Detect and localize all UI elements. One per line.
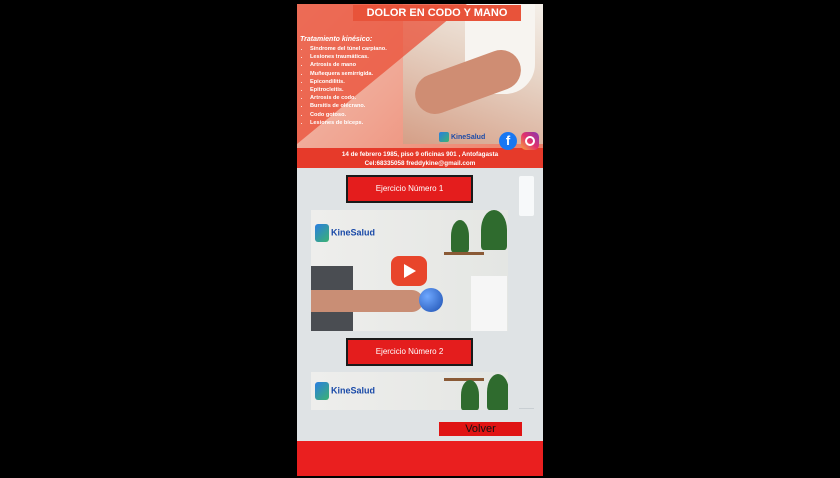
treatment-item: Lesiones traumáticas.: [310, 53, 387, 61]
exercise-1-video[interactable]: KineSalud: [311, 210, 508, 331]
scrollbar-thumb[interactable]: [519, 176, 534, 216]
kinesalud-logo: KineSalud: [439, 132, 485, 142]
exercise-2-button[interactable]: Ejercicio Número 2: [346, 338, 473, 366]
back-button[interactable]: Volver: [439, 422, 522, 436]
instagram-icon[interactable]: [521, 132, 539, 150]
exercise-2-video[interactable]: KineSalud: [311, 372, 508, 410]
scroll-divider: [519, 408, 534, 409]
kinesalud-figure-icon: [315, 382, 329, 400]
banner-title: DOLOR EN CODO Y MANO: [353, 5, 521, 21]
contact-info: 14 de febrero 1985, piso 9 oficinas 901 …: [297, 150, 543, 168]
video-brand-logo: KineSalud: [315, 382, 375, 400]
treatment-item: Bursitis de olécrano.: [310, 102, 387, 110]
treatment-item: Epicondilitis.: [310, 78, 387, 86]
treatment-item: Artrosis de codo.: [310, 94, 387, 102]
mobile-page: DOLOR EN CODO Y MANO Tratamiento kinésic…: [297, 4, 543, 476]
treatment-heading: Tratamiento kinésico:: [300, 36, 373, 43]
facebook-icon[interactable]: f: [499, 132, 517, 150]
treatment-list: Síndrome del túnel carpiano. Lesiones tr…: [302, 45, 387, 127]
treatment-item: Muñequera semirrígida.: [310, 70, 387, 78]
video-brand-logo: KineSalud: [315, 224, 375, 242]
play-icon[interactable]: [391, 256, 427, 286]
exercise-1-button[interactable]: Ejercicio Número 1: [346, 175, 473, 203]
treatment-item: Síndrome del túnel carpiano.: [310, 45, 387, 53]
kinesalud-figure-icon: [315, 224, 329, 242]
treatment-item: Epitrocleitis.: [310, 86, 387, 94]
treatment-item: Lesiones de bíceps.: [310, 119, 387, 127]
address-text: 14 de febrero 1985, piso 9 oficinas 901 …: [341, 151, 499, 158]
kinesalud-figure-icon: [439, 132, 449, 142]
treatment-item: Artrosis de mano: [310, 61, 387, 69]
footer-band: [297, 441, 543, 476]
promo-banner: DOLOR EN CODO Y MANO Tratamiento kinésic…: [297, 4, 543, 168]
contact-text: Cel:68335058 freddykine@gmail.com: [364, 160, 476, 167]
treatment-item: Codo gotoso.: [310, 111, 387, 119]
